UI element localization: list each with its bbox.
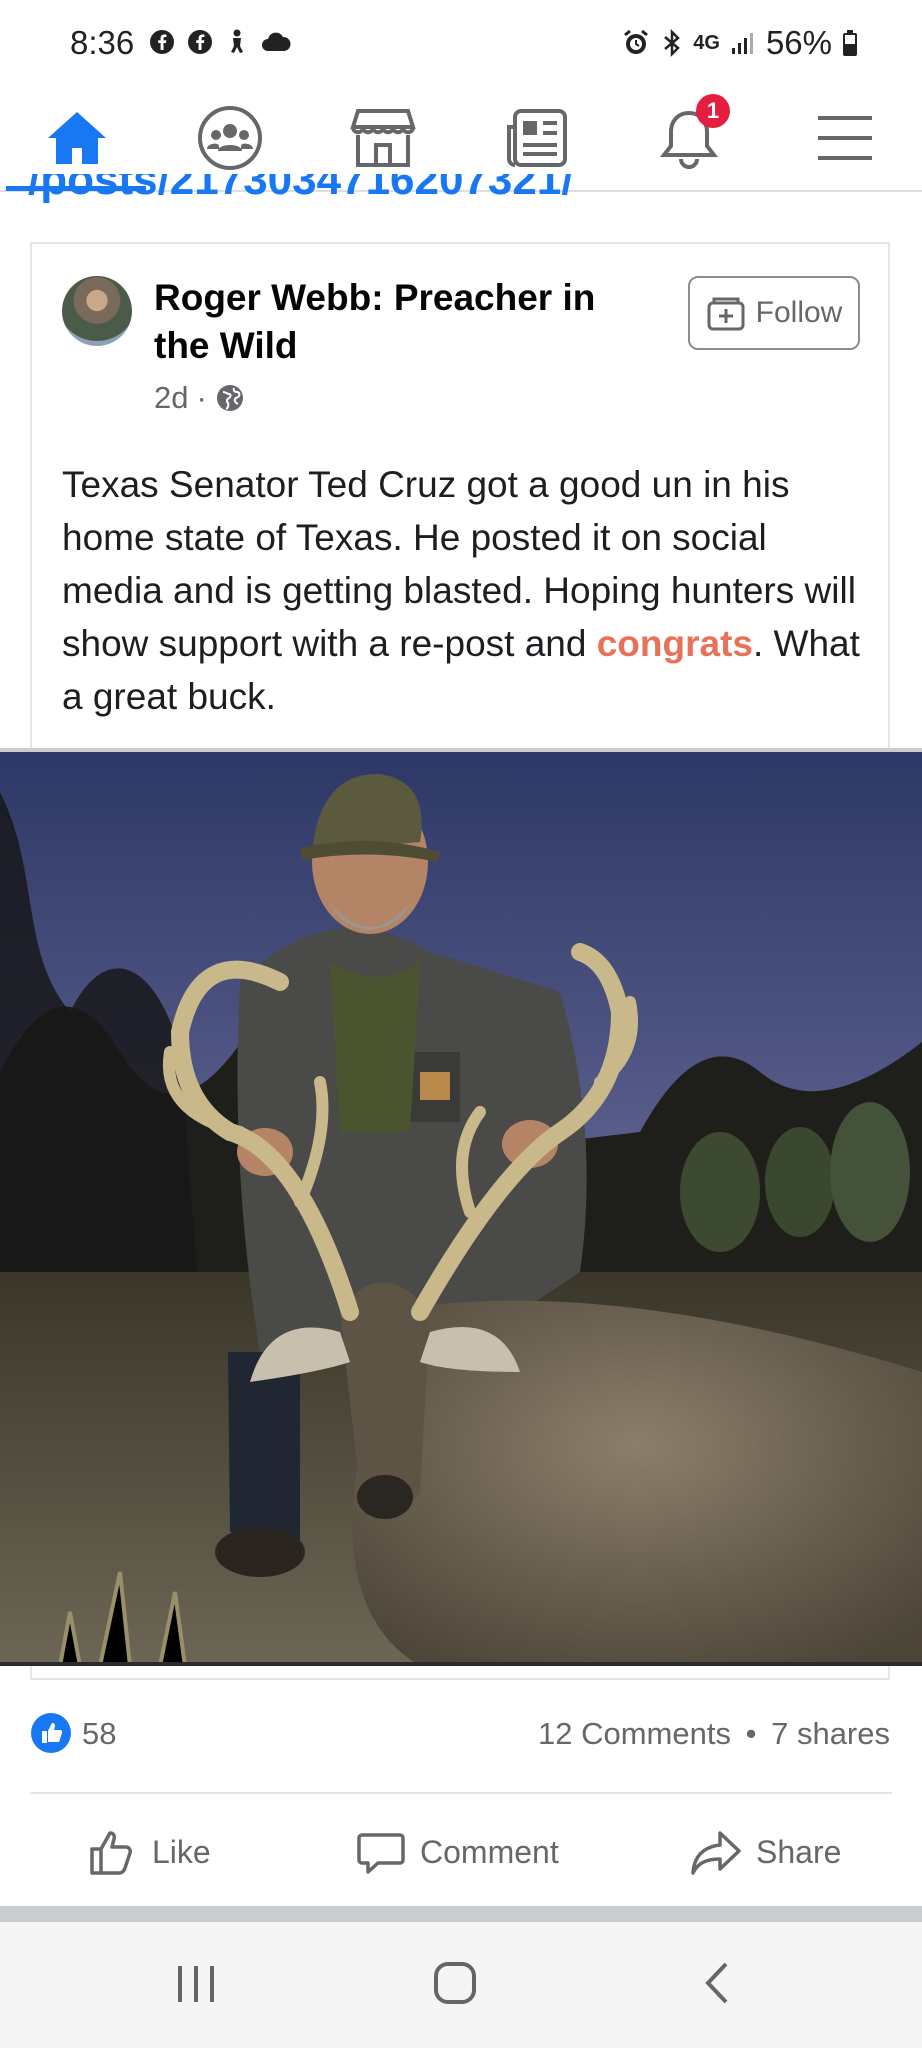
like-button[interactable]: Like bbox=[88, 1820, 211, 1884]
news-feed-icon bbox=[507, 109, 567, 167]
comment-icon bbox=[357, 1833, 405, 1874]
actions-divider bbox=[30, 1792, 892, 1794]
nav-notifications[interactable]: 1 bbox=[634, 86, 744, 190]
status-bar: 8:36 4G 56% bbox=[0, 0, 922, 86]
back-chevron-icon bbox=[705, 1962, 728, 2004]
post-photo[interactable] bbox=[0, 748, 922, 1666]
post-meta: 2d · bbox=[154, 380, 245, 416]
accessibility-icon bbox=[231, 29, 243, 53]
status-time: 8:36 bbox=[70, 24, 135, 61]
facebook-notification-icon bbox=[188, 30, 212, 54]
notification-icons bbox=[148, 28, 292, 56]
groups-icon bbox=[198, 106, 262, 170]
nav-menu[interactable] bbox=[790, 86, 900, 190]
author-avatar[interactable] bbox=[62, 276, 132, 346]
comment-label: Comment bbox=[420, 1833, 559, 1870]
alarm-icon bbox=[624, 29, 649, 54]
share-count[interactable]: 7 shares bbox=[771, 1716, 890, 1751]
feed-separator bbox=[0, 1906, 922, 1922]
hunting-photo bbox=[0, 752, 922, 1662]
meta-separator: · bbox=[196, 380, 207, 415]
author-name[interactable]: Roger Webb: Preacher in the Wild bbox=[154, 274, 654, 370]
post-text-highlight[interactable]: congrats bbox=[597, 623, 753, 664]
like-label: Like bbox=[152, 1833, 211, 1870]
post-text: Texas Senator Ted Cruz got a good un in … bbox=[62, 458, 872, 723]
thumbs-up-icon bbox=[90, 1831, 132, 1875]
notification-badge: 1 bbox=[696, 94, 730, 128]
signal-icon bbox=[731, 33, 753, 54]
recent-apps-button[interactable] bbox=[170, 1960, 222, 2013]
battery-icon bbox=[843, 30, 857, 56]
system-icons: 4G 56% bbox=[621, 24, 858, 62]
post-time[interactable]: 2d bbox=[154, 380, 188, 416]
comment-count[interactable]: 12 Comments bbox=[538, 1716, 731, 1751]
comment-button[interactable]: Comment bbox=[356, 1820, 559, 1884]
share-button[interactable]: Share bbox=[690, 1820, 841, 1884]
engagement-separator: • bbox=[745, 1716, 757, 1751]
follow-icon bbox=[707, 297, 745, 331]
post-url-link[interactable]: /posts/2173034716207321/ bbox=[28, 174, 574, 214]
follow-button[interactable]: Follow bbox=[688, 276, 860, 350]
cloud-icon bbox=[262, 32, 291, 51]
facebook-notification-icon bbox=[150, 30, 174, 54]
share-label: Share bbox=[756, 1833, 842, 1870]
like-count[interactable]: 58 bbox=[82, 1716, 116, 1752]
menu-icon bbox=[818, 116, 872, 160]
system-navigation-bar bbox=[0, 1922, 922, 2048]
follow-label: Follow bbox=[755, 296, 843, 329]
back-button[interactable] bbox=[696, 1958, 736, 2013]
engagement-summary: 12 Comments • 7 shares bbox=[538, 1716, 890, 1752]
like-reaction-icon-wrap[interactable] bbox=[30, 1712, 72, 1759]
network-type: 4G bbox=[693, 31, 720, 54]
public-globe-icon bbox=[216, 385, 243, 411]
home-circle-icon bbox=[434, 1962, 476, 2004]
battery-percent: 56% bbox=[765, 24, 832, 61]
recent-apps-icon bbox=[178, 1966, 214, 2002]
home-icon bbox=[48, 112, 106, 164]
marketplace-icon bbox=[350, 109, 416, 167]
bluetooth-icon bbox=[664, 28, 681, 58]
like-reaction-icon bbox=[31, 1713, 71, 1753]
share-arrow-icon bbox=[691, 1831, 741, 1875]
home-system-button[interactable] bbox=[430, 1958, 480, 2013]
